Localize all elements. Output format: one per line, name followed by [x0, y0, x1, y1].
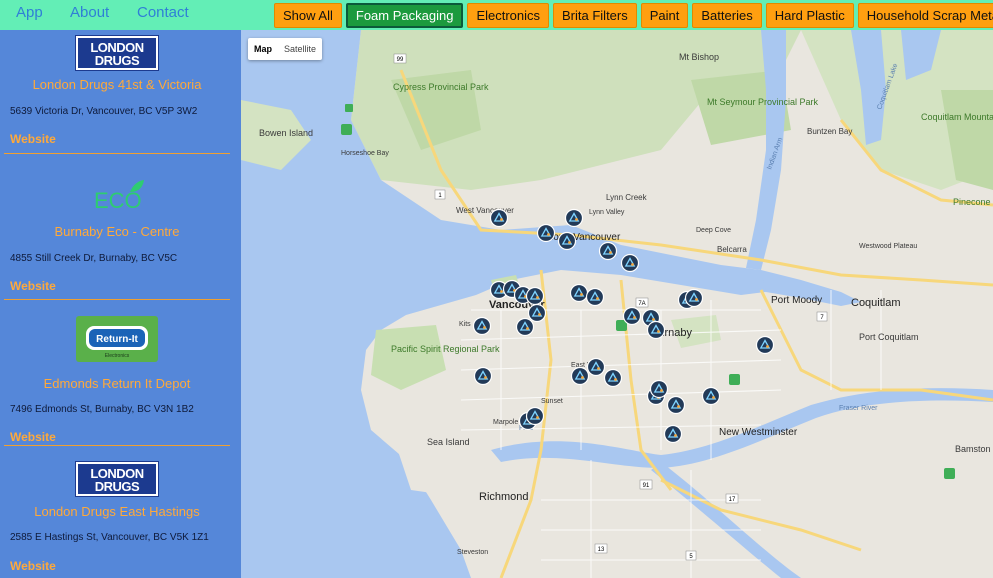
location-card: ECO Burnaby Eco - Centre 4855 Still Cree…: [4, 154, 230, 300]
map-canvas[interactable]: Mt Bishop Cypress Provincial Park Mt Sey…: [241, 30, 993, 578]
recycle-icon[interactable]: [755, 335, 775, 355]
location-card: Return-It Electronics Edmonds Return It …: [4, 300, 230, 446]
recycle-icon[interactable]: [564, 208, 584, 228]
svg-text:Port Coquitlam: Port Coquitlam: [859, 332, 919, 342]
recycle-icon[interactable]: [646, 320, 666, 340]
recycle-icon[interactable]: [525, 286, 545, 306]
svg-text:New Westminster: New Westminster: [719, 427, 798, 438]
svg-text:Richmond: Richmond: [479, 491, 529, 503]
svg-text:13: 13: [598, 547, 605, 553]
svg-text:Mt Seymour Provincial Park: Mt Seymour Provincial Park: [707, 97, 819, 107]
location-name: Edmonds Return It Depot: [43, 376, 191, 391]
london-drugs-logo: LONDON DRUGS: [76, 36, 158, 70]
svg-text:Horseshoe Bay: Horseshoe Bay: [341, 150, 389, 157]
nav-contact-link[interactable]: Contact: [137, 4, 189, 21]
svg-text:Steveston: Steveston: [457, 549, 488, 556]
svg-text:Bowen Island: Bowen Island: [259, 128, 313, 138]
recycle-icon[interactable]: [536, 223, 556, 243]
recycle-icon[interactable]: [663, 424, 683, 444]
recycle-icon[interactable]: [489, 208, 509, 228]
recycle-icon[interactable]: [701, 386, 721, 406]
website-link[interactable]: Website: [10, 430, 56, 444]
svg-text:Westwood Plateau: Westwood Plateau: [859, 243, 917, 250]
svg-text:Sunset: Sunset: [541, 398, 563, 405]
svg-text:Buntzen Bay: Buntzen Bay: [807, 127, 852, 136]
recycle-icon[interactable]: [622, 306, 642, 326]
recycle-icon[interactable]: [570, 366, 590, 386]
recycle-icon[interactable]: [603, 368, 623, 388]
svg-text:Deep Cove: Deep Cove: [696, 227, 731, 234]
top-nav-bar: App About Contact Show All Foam Packagin…: [0, 0, 993, 30]
recycle-icon[interactable]: [472, 316, 492, 336]
nav-about-link[interactable]: About: [70, 4, 109, 21]
recycle-icon[interactable]: [515, 317, 535, 337]
recycle-icon[interactable]: [598, 241, 618, 261]
svg-text:Bamston Island: Bamston Island: [955, 444, 993, 454]
svg-text:Cypress Provincial Park: Cypress Provincial Park: [393, 82, 489, 92]
recycle-icon[interactable]: [586, 357, 606, 377]
location-card: LONDON DRUGS London Drugs East Hastings 2…: [4, 446, 230, 578]
location-address: 2585 E Hastings St, Vancouver, BC V5K 1Z…: [10, 532, 209, 543]
filter-foam-packaging-button[interactable]: Foam Packaging: [345, 3, 464, 28]
svg-text:ECO: ECO: [94, 188, 142, 213]
filter-household-scrap-metal-button[interactable]: Household Scrap Metal: [857, 3, 993, 28]
svg-text:Port Moody: Port Moody: [771, 295, 822, 306]
map-view[interactable]: Mt Bishop Cypress Provincial Park Mt Sey…: [241, 30, 993, 578]
svg-text:Lynn Creek: Lynn Creek: [606, 193, 648, 202]
recycle-icon[interactable]: [666, 395, 686, 415]
recycle-icon[interactable]: [585, 287, 605, 307]
recycle-icon[interactable]: [525, 406, 545, 426]
svg-text:91: 91: [643, 483, 650, 489]
filter-brita-filters-button[interactable]: Brita Filters: [553, 3, 637, 28]
location-sidebar[interactable]: LONDON DRUGS London Drugs 41st & Victoria…: [0, 30, 241, 578]
map-type-map-button[interactable]: Map: [248, 38, 278, 60]
svg-text:Return-It: Return-It: [96, 334, 138, 345]
svg-text:Mt Bishop: Mt Bishop: [679, 52, 719, 62]
location-address: 5639 Victoria Dr, Vancouver, BC V5P 3W2: [10, 106, 198, 117]
london-drugs-logo: LONDON DRUGS: [76, 462, 158, 496]
recycle-icon[interactable]: [649, 379, 669, 399]
location-card: LONDON DRUGS London Drugs 41st & Victoria…: [4, 30, 230, 154]
website-link[interactable]: Website: [10, 279, 56, 293]
location-name: London Drugs 41st & Victoria: [32, 77, 202, 92]
svg-text:Electronics: Electronics: [105, 353, 130, 359]
eco-centre-logo: ECO: [94, 180, 144, 213]
svg-text:Coquitlam: Coquitlam: [851, 297, 901, 309]
svg-text:North Vancouver: North Vancouver: [546, 232, 621, 243]
location-name: Burnaby Eco - Centre: [54, 224, 180, 239]
recycle-icon[interactable]: [620, 253, 640, 273]
svg-text:Kits: Kits: [459, 321, 471, 328]
filter-paint-button[interactable]: Paint: [640, 3, 689, 28]
recycle-icon[interactable]: [473, 366, 493, 386]
filter-batteries-button[interactable]: Batteries: [692, 3, 762, 28]
website-link[interactable]: Website: [10, 559, 56, 573]
filter-hard-plastic-button[interactable]: Hard Plastic: [765, 3, 854, 28]
recycle-icon[interactable]: [557, 231, 577, 251]
location-address: 7496 Edmonds St, Burnaby, BC V3N 1B2: [10, 404, 194, 415]
svg-text:17: 17: [729, 497, 736, 503]
filter-show-all-button[interactable]: Show All: [274, 3, 342, 28]
return-it-logo: Return-It Electronics: [76, 316, 158, 362]
filter-button-group: Show All Foam Packaging Electronics Brit…: [274, 3, 993, 28]
svg-text:Pacific Spirit Regional Park: Pacific Spirit Regional Park: [391, 344, 500, 354]
recycle-icon[interactable]: [684, 288, 704, 308]
recycle-icon[interactable]: [527, 303, 547, 323]
recycle-icon[interactable]: [569, 283, 589, 303]
svg-text:7A: 7A: [638, 301, 645, 307]
svg-text:Sea Island: Sea Island: [427, 437, 470, 447]
map-type-toggle: Map Satellite: [248, 38, 323, 60]
svg-text:Pinecone Burke Provincial Park: Pinecone Burke Provincial Park: [953, 197, 993, 207]
location-name: London Drugs East Hastings: [34, 504, 200, 519]
map-type-satellite-button[interactable]: Satellite: [278, 38, 322, 60]
svg-text:Lynn Valley: Lynn Valley: [589, 209, 625, 216]
nav-app-link[interactable]: App: [16, 4, 43, 21]
filter-electronics-button[interactable]: Electronics: [467, 3, 550, 28]
location-address: 4855 Still Creek Dr, Burnaby, BC V5C: [10, 253, 178, 264]
svg-text:Fraser River: Fraser River: [839, 405, 878, 412]
svg-text:Coquitlam Mountain: Coquitlam Mountain: [921, 112, 993, 122]
svg-text:99: 99: [397, 57, 404, 63]
website-link[interactable]: Website: [10, 132, 56, 146]
svg-text:Belcarra: Belcarra: [717, 245, 747, 254]
svg-text:Marpole: Marpole: [493, 419, 518, 426]
